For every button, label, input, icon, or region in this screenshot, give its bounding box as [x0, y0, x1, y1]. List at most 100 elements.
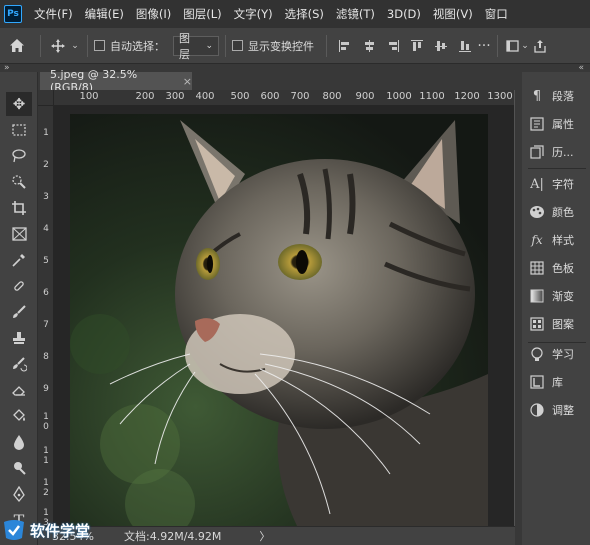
frame-tool-icon[interactable]: [6, 222, 32, 246]
character-icon: A|: [530, 176, 544, 192]
pen-tool-icon[interactable]: [6, 482, 32, 506]
panel-learn[interactable]: 学习: [528, 342, 588, 366]
auto-select-target-dropdown[interactable]: 图层 ⌄: [173, 32, 219, 61]
align-top-icon[interactable]: [410, 39, 424, 53]
panel-label: 调整: [552, 404, 574, 417]
panel-properties[interactable]: 属性: [528, 112, 588, 136]
panel-patterns[interactable]: 图案: [528, 312, 588, 336]
ruler-label: 2: [41, 160, 51, 170]
quick-select-tool-icon[interactable]: [6, 170, 32, 194]
panel-adjustments[interactable]: 调整: [528, 398, 588, 422]
menu-filter[interactable]: 滤镜(T): [330, 0, 381, 28]
blur-tool-icon[interactable]: [6, 430, 32, 454]
panel-swatches[interactable]: 色板: [528, 256, 588, 280]
more-options-icon[interactable]: ···: [477, 38, 491, 54]
ruler-label: 200: [135, 91, 155, 102]
share-icon[interactable]: [532, 39, 548, 53]
chevron-down-icon: ⌄: [205, 40, 213, 51]
options-divider: [497, 34, 498, 57]
tools-panel: ✥ T: [0, 72, 38, 545]
chevron-down-icon[interactable]: ⌄: [520, 41, 530, 51]
panel-label: 图案: [552, 318, 574, 331]
panel-color[interactable]: 颜色: [528, 200, 588, 224]
align-bottom-icon[interactable]: [458, 39, 472, 53]
watermark: 软件学堂: [2, 518, 90, 542]
properties-icon: [528, 117, 546, 131]
menu-window[interactable]: 窗口: [479, 0, 514, 28]
close-icon[interactable]: ×: [183, 75, 192, 88]
watermark-logo-icon: [4, 520, 24, 540]
menu-layer[interactable]: 图层(L): [177, 0, 227, 28]
adjustments-icon: [528, 403, 546, 417]
panel-gradient[interactable]: 渐变: [528, 284, 588, 308]
eraser-tool-icon[interactable]: [6, 378, 32, 402]
libraries-icon: [528, 375, 546, 389]
cat-photo[interactable]: [70, 114, 488, 526]
menu-type[interactable]: 文字(Y): [228, 0, 279, 28]
align-middle-icon[interactable]: [434, 39, 448, 53]
ruler-label: 5: [41, 256, 51, 266]
photoshop-logo-icon: Ps: [4, 5, 22, 23]
ruler-label: 1200: [454, 91, 480, 102]
paragraph-icon: ¶: [532, 88, 542, 104]
canvas-area[interactable]: [54, 106, 514, 526]
ruler-label: 8: [41, 352, 51, 362]
lasso-tool-icon[interactable]: [6, 144, 32, 168]
panel-label: 字符: [552, 178, 574, 191]
options-divider: [40, 34, 41, 57]
auto-select-label: 自动选择：: [110, 39, 165, 53]
document-tab[interactable]: 5.jpeg @ 32.5%(RGB/8) ×: [40, 68, 192, 94]
ruler-label: 600: [260, 91, 280, 102]
ruler-label: 800: [322, 91, 342, 102]
menu-edit[interactable]: 编辑(E): [79, 0, 130, 28]
history-brush-tool-icon[interactable]: [6, 352, 32, 376]
gradient-icon: [528, 289, 546, 303]
menu-select[interactable]: 选择(S): [279, 0, 330, 28]
panel-label: 库: [552, 376, 563, 389]
panel-history[interactable]: 历...: [528, 140, 588, 164]
menu-3d[interactable]: 3D(D): [381, 0, 427, 28]
panel-paragraph[interactable]: ¶ 段落: [528, 84, 588, 108]
panel-libraries[interactable]: 库: [528, 370, 588, 394]
move-tool-icon[interactable]: ✥: [6, 92, 32, 116]
options-divider: [225, 34, 226, 57]
marquee-tool-icon[interactable]: [6, 118, 32, 142]
align-center-icon[interactable]: [362, 39, 376, 53]
ruler-label: 7: [41, 320, 51, 330]
auto-select-checkbox[interactable]: [94, 40, 105, 51]
learn-icon: [528, 346, 546, 362]
dodge-tool-icon[interactable]: [6, 456, 32, 480]
home-icon[interactable]: [0, 38, 34, 53]
brush-tool-icon[interactable]: [6, 300, 32, 324]
menu-view[interactable]: 视图(V): [427, 0, 479, 28]
crop-tool-icon[interactable]: [6, 196, 32, 220]
ruler-label: 300: [165, 91, 185, 102]
show-transform-checkbox[interactable]: [232, 40, 243, 51]
menu-image[interactable]: 图像(I): [130, 0, 177, 28]
panel-label: 属性: [552, 118, 574, 131]
ruler-label: 3: [41, 192, 51, 202]
chevron-down-icon[interactable]: ⌄: [69, 41, 81, 51]
ruler-label: 700: [290, 91, 310, 102]
styles-icon: fx: [531, 233, 543, 247]
document-info: 文档:4.92M/4.92M: [124, 530, 222, 543]
frame-mode-icon[interactable]: [504, 39, 520, 52]
status-menu-arrow-icon[interactable]: 〉: [259, 528, 270, 544]
align-right-icon[interactable]: [386, 39, 400, 53]
ruler-corner: [38, 90, 54, 106]
ruler-label: 6: [41, 288, 51, 298]
ruler-vertical: 1 2 3 4 5 6 7 8 9 10 11 12 13: [38, 106, 54, 526]
clone-stamp-tool-icon[interactable]: [6, 326, 32, 350]
options-divider: [326, 34, 327, 57]
move-tool-preset-icon[interactable]: [47, 38, 69, 54]
paint-bucket-tool-icon[interactable]: [6, 404, 32, 428]
color-icon: [528, 205, 546, 219]
eyedropper-tool-icon[interactable]: [6, 248, 32, 272]
align-left-icon[interactable]: [338, 39, 352, 53]
ruler-label: 9: [41, 384, 51, 394]
menu-file[interactable]: 文件(F): [28, 0, 79, 28]
panel-character[interactable]: A| 字符: [528, 172, 588, 196]
healing-brush-tool-icon[interactable]: [6, 274, 32, 298]
panel-styles[interactable]: fx 样式: [528, 228, 588, 252]
patterns-icon: [528, 317, 546, 331]
